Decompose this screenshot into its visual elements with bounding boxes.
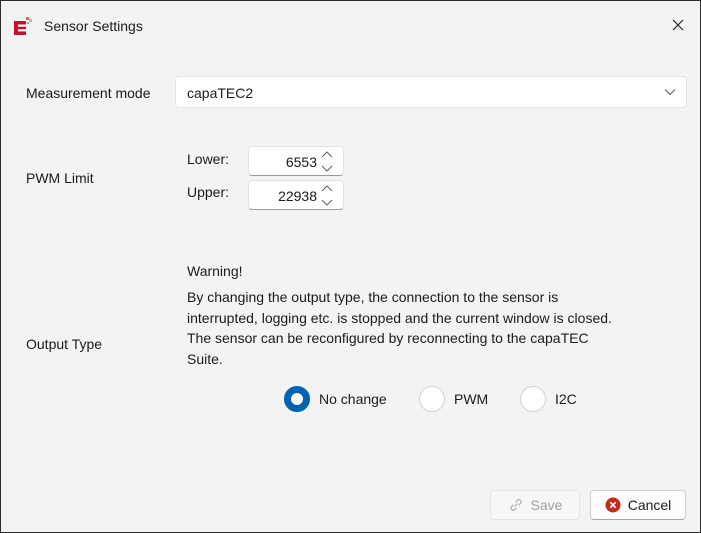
warning-line: interrupted, logging etc. is stopped and… (187, 309, 612, 326)
title-bar: Sensor Settings (1, 1, 700, 51)
close-button[interactable] (656, 5, 700, 45)
radio-label: No change (319, 391, 387, 407)
chevron-down-icon[interactable] (320, 163, 334, 173)
chevron-down-icon[interactable] (320, 197, 334, 207)
radio-no-change[interactable]: No change (284, 385, 387, 413)
pwm-upper-stepper[interactable]: 22938 (248, 180, 344, 210)
save-button-label: Save (530, 497, 563, 513)
sensor-settings-dialog: Sensor Settings Measurement mode capaTEC… (0, 0, 701, 533)
radio-button-selected[interactable] (284, 386, 310, 412)
warning-message: By changing the output type, the connect… (187, 287, 687, 369)
radio-label: I2C (555, 391, 577, 407)
capatec-e-icon (14, 17, 32, 35)
pwm-upper-label: Upper: (187, 184, 230, 200)
measurement-mode-label: Measurement mode (26, 85, 151, 101)
chevron-up-icon[interactable] (320, 184, 334, 194)
pwm-lower-value: 6553 (285, 154, 317, 170)
radio-button[interactable] (520, 386, 546, 412)
warning-line: By changing the output type, the connect… (187, 289, 559, 305)
warning-line: The sensor can be reconfigured by reconn… (187, 330, 589, 346)
close-icon (672, 19, 684, 31)
warning-line: Suite. (187, 350, 223, 367)
radio-pwm[interactable]: PWM (419, 385, 488, 413)
radio-label: PWM (454, 391, 489, 407)
measurement-mode-value: capaTEC2 (187, 85, 254, 101)
measurement-mode-dropdown[interactable]: capaTEC2 (175, 76, 687, 108)
pwm-lower-label: Lower: (187, 151, 230, 167)
cancel-button[interactable]: Cancel (590, 490, 686, 520)
warning-title: Warning! (187, 263, 243, 279)
cancel-circle-icon (605, 497, 621, 513)
radio-i2c[interactable]: I2C (520, 385, 577, 413)
pwm-lower-stepper[interactable]: 6553 (248, 146, 344, 176)
pwm-limit-label: PWM Limit (26, 170, 94, 186)
cancel-button-label: Cancel (627, 497, 672, 513)
output-type-label: Output Type (26, 336, 103, 352)
radio-button[interactable] (419, 386, 445, 412)
pwm-upper-value: 22938 (278, 188, 317, 204)
save-button[interactable]: Save (490, 490, 580, 520)
chevron-up-icon[interactable] (320, 150, 334, 160)
chevron-down-icon (664, 89, 676, 96)
dialog-title: Sensor Settings (44, 18, 143, 34)
link-icon (509, 499, 522, 511)
